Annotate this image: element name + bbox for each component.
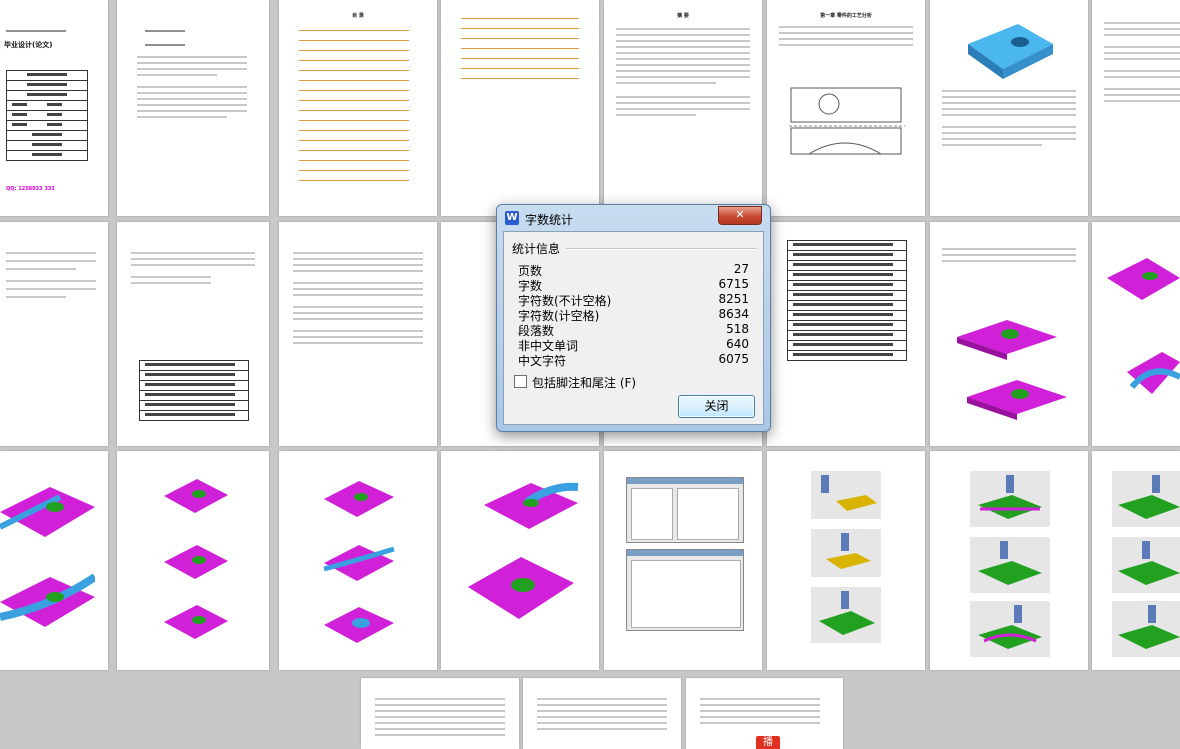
magenta-part-image xyxy=(967,380,1067,420)
include-footnotes-label[interactable]: 包括脚注和尾注 (F) xyxy=(532,374,636,391)
tool-path-image xyxy=(970,471,1050,527)
document-page[interactable] xyxy=(117,222,269,446)
stat-row-non-chinese-words: 非中文单词 640 xyxy=(518,337,749,353)
magenta-part-image xyxy=(1127,352,1180,394)
document-page[interactable]: 摘 要 xyxy=(604,0,762,216)
magenta-part-image xyxy=(957,320,1057,360)
wps-writer-icon: W xyxy=(505,211,519,225)
chapter-title: 第一章 零件的工艺分析 xyxy=(820,13,872,19)
group-divider xyxy=(566,248,757,250)
close-button[interactable]: 关闭 xyxy=(678,395,755,418)
magenta-part-image xyxy=(1107,258,1180,300)
document-page[interactable] xyxy=(767,451,925,670)
magenta-part-image xyxy=(484,482,579,529)
magenta-part-image xyxy=(324,607,394,643)
document-page[interactable] xyxy=(930,451,1088,670)
document-page[interactable] xyxy=(117,451,269,670)
cad-software-screenshot xyxy=(626,477,744,543)
document-page[interactable] xyxy=(361,678,519,749)
stat-row-chars-with-spaces: 字符数(计空格) 8634 xyxy=(518,307,749,323)
tool-path-image xyxy=(811,471,881,519)
document-page[interactable] xyxy=(604,451,762,670)
magenta-part-image xyxy=(468,557,574,619)
document-page[interactable] xyxy=(930,222,1088,446)
tool-path-image xyxy=(811,529,881,577)
document-page[interactable]: 目 录 xyxy=(279,0,437,216)
document-page[interactable] xyxy=(523,678,681,749)
magenta-part-image xyxy=(0,487,95,537)
stat-value: 518 xyxy=(726,322,749,336)
cad-software-screenshot xyxy=(626,549,744,631)
document-page[interactable] xyxy=(441,451,599,670)
dialog-titlebar[interactable]: W 字数统计 ✕ xyxy=(497,205,770,231)
dialog-content: 统计信息 页数 27 字数 6715 字符数(不计空格) 8251 字符数(计空… xyxy=(503,231,764,425)
document-page[interactable]: 第一章 零件的工艺分析 xyxy=(767,0,925,216)
document-page[interactable]: 毕业设计(论文) QQ: 1258933 333 xyxy=(0,0,108,216)
abstract-title: 摘 要 xyxy=(677,13,689,19)
tool-path-image xyxy=(1112,601,1180,657)
cover-title: 毕业设计(论文) xyxy=(4,41,53,49)
statistics-group-label: 统计信息 xyxy=(512,242,561,256)
engineering-drawing-image xyxy=(789,87,905,155)
document-page[interactable] xyxy=(0,222,108,446)
stat-label: 中文字符 xyxy=(518,354,567,368)
document-page[interactable] xyxy=(117,0,269,216)
tool-path-image xyxy=(1112,537,1180,593)
magenta-part-image xyxy=(324,481,394,517)
tool-path-image xyxy=(970,537,1050,593)
dialog-title: 字数统计 xyxy=(525,213,574,227)
document-page[interactable] xyxy=(1092,451,1180,670)
magenta-part-image xyxy=(164,605,228,639)
cover-phone: QQ: 1258933 333 xyxy=(6,186,55,192)
magenta-part-image xyxy=(164,479,228,513)
stat-row-chinese-chars: 中文字符 6075 xyxy=(518,352,749,368)
magenta-part-image xyxy=(323,545,395,581)
stat-row-paragraphs: 段落数 518 xyxy=(518,322,749,338)
close-icon[interactable]: ✕ xyxy=(718,206,762,225)
document-page[interactable] xyxy=(930,0,1088,216)
tool-path-image xyxy=(1112,471,1180,527)
stat-value: 6075 xyxy=(718,352,749,366)
document-page[interactable] xyxy=(0,451,108,670)
stat-value: 27 xyxy=(733,262,749,276)
document-page[interactable] xyxy=(767,222,925,446)
blue-part-model-image xyxy=(968,24,1053,79)
stamp-badge: 播 xyxy=(756,736,780,749)
stat-value: 8251 xyxy=(718,292,749,306)
document-page[interactable] xyxy=(441,0,599,216)
toc-title: 目 录 xyxy=(352,13,364,19)
magenta-part-image xyxy=(164,545,228,579)
document-page[interactable] xyxy=(279,222,437,446)
stat-row-chars-no-spaces: 字符数(不计空格) 8251 xyxy=(518,292,749,308)
tool-path-image xyxy=(970,601,1050,657)
magenta-part-image xyxy=(0,573,95,627)
stat-row-pages: 页数 27 xyxy=(518,262,749,278)
document-page[interactable] xyxy=(1092,0,1180,216)
document-page[interactable]: 播 xyxy=(686,678,843,749)
document-page[interactable] xyxy=(1092,222,1180,446)
stat-row-words: 字数 6715 xyxy=(518,277,749,293)
stat-value: 8634 xyxy=(718,307,749,321)
include-footnotes-checkbox[interactable] xyxy=(514,375,527,388)
tool-path-image xyxy=(811,587,881,643)
document-page[interactable] xyxy=(279,451,437,670)
stat-value: 6715 xyxy=(718,277,749,291)
word-count-dialog: W 字数统计 ✕ 统计信息 页数 27 字数 6715 字符数(不计空格) 82… xyxy=(496,204,771,432)
stat-value: 640 xyxy=(726,337,749,351)
